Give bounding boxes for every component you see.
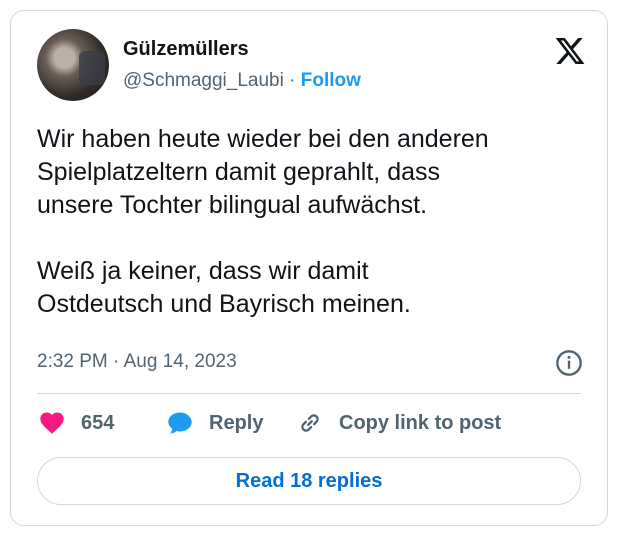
tweet-card: Gülzemüllers @Schmaggi_Laubi · Follow Wi… <box>10 10 608 526</box>
tweet-line: Weiß ja keiner, dass wir damit <box>37 257 369 285</box>
avatar[interactable] <box>37 29 109 101</box>
tweet-line: unsere Tochter bilingual aufwächst. <box>37 191 428 219</box>
tweet-timestamp[interactable]: 2:32 PM · Aug 14, 2023 <box>37 351 237 373</box>
x-logo-icon[interactable] <box>553 35 587 67</box>
reply-button[interactable]: Reply <box>165 409 263 437</box>
follow-link[interactable]: Follow <box>301 70 361 91</box>
copy-link-label: Copy link to post <box>339 411 502 434</box>
reply-bubble-icon <box>168 412 192 434</box>
heart-icon <box>40 412 64 434</box>
tweet-line: Wir haben heute wieder bei den anderen <box>37 125 489 153</box>
author-handle[interactable]: @Schmaggi_Laubi <box>123 70 284 91</box>
reply-label: Reply <box>209 411 264 434</box>
tweet-text: Wir haben heute wieder bei den anderen S… <box>37 123 597 321</box>
tweet-line: Ostdeutsch und Bayrisch meinen. <box>37 290 411 318</box>
read-replies-label: Read 18 replies <box>235 469 383 492</box>
like-count: 654 <box>81 411 115 434</box>
copy-link-button[interactable]: Copy link to post <box>295 409 501 437</box>
author-display-name[interactable]: Gülzemüllers <box>123 38 249 61</box>
avatar-shade <box>79 51 105 85</box>
info-icon[interactable] <box>555 349 583 377</box>
like-button[interactable]: 654 <box>37 409 114 437</box>
divider <box>37 393 581 394</box>
separator-dot: · <box>289 70 296 91</box>
read-replies-button[interactable]: Read 18 replies <box>37 457 581 505</box>
link-icon <box>301 414 319 432</box>
tweet-line: Spielplatzeltern damit geprahlt, dass <box>37 158 441 186</box>
author-handle-row: @Schmaggi_Laubi · Follow <box>123 70 361 92</box>
